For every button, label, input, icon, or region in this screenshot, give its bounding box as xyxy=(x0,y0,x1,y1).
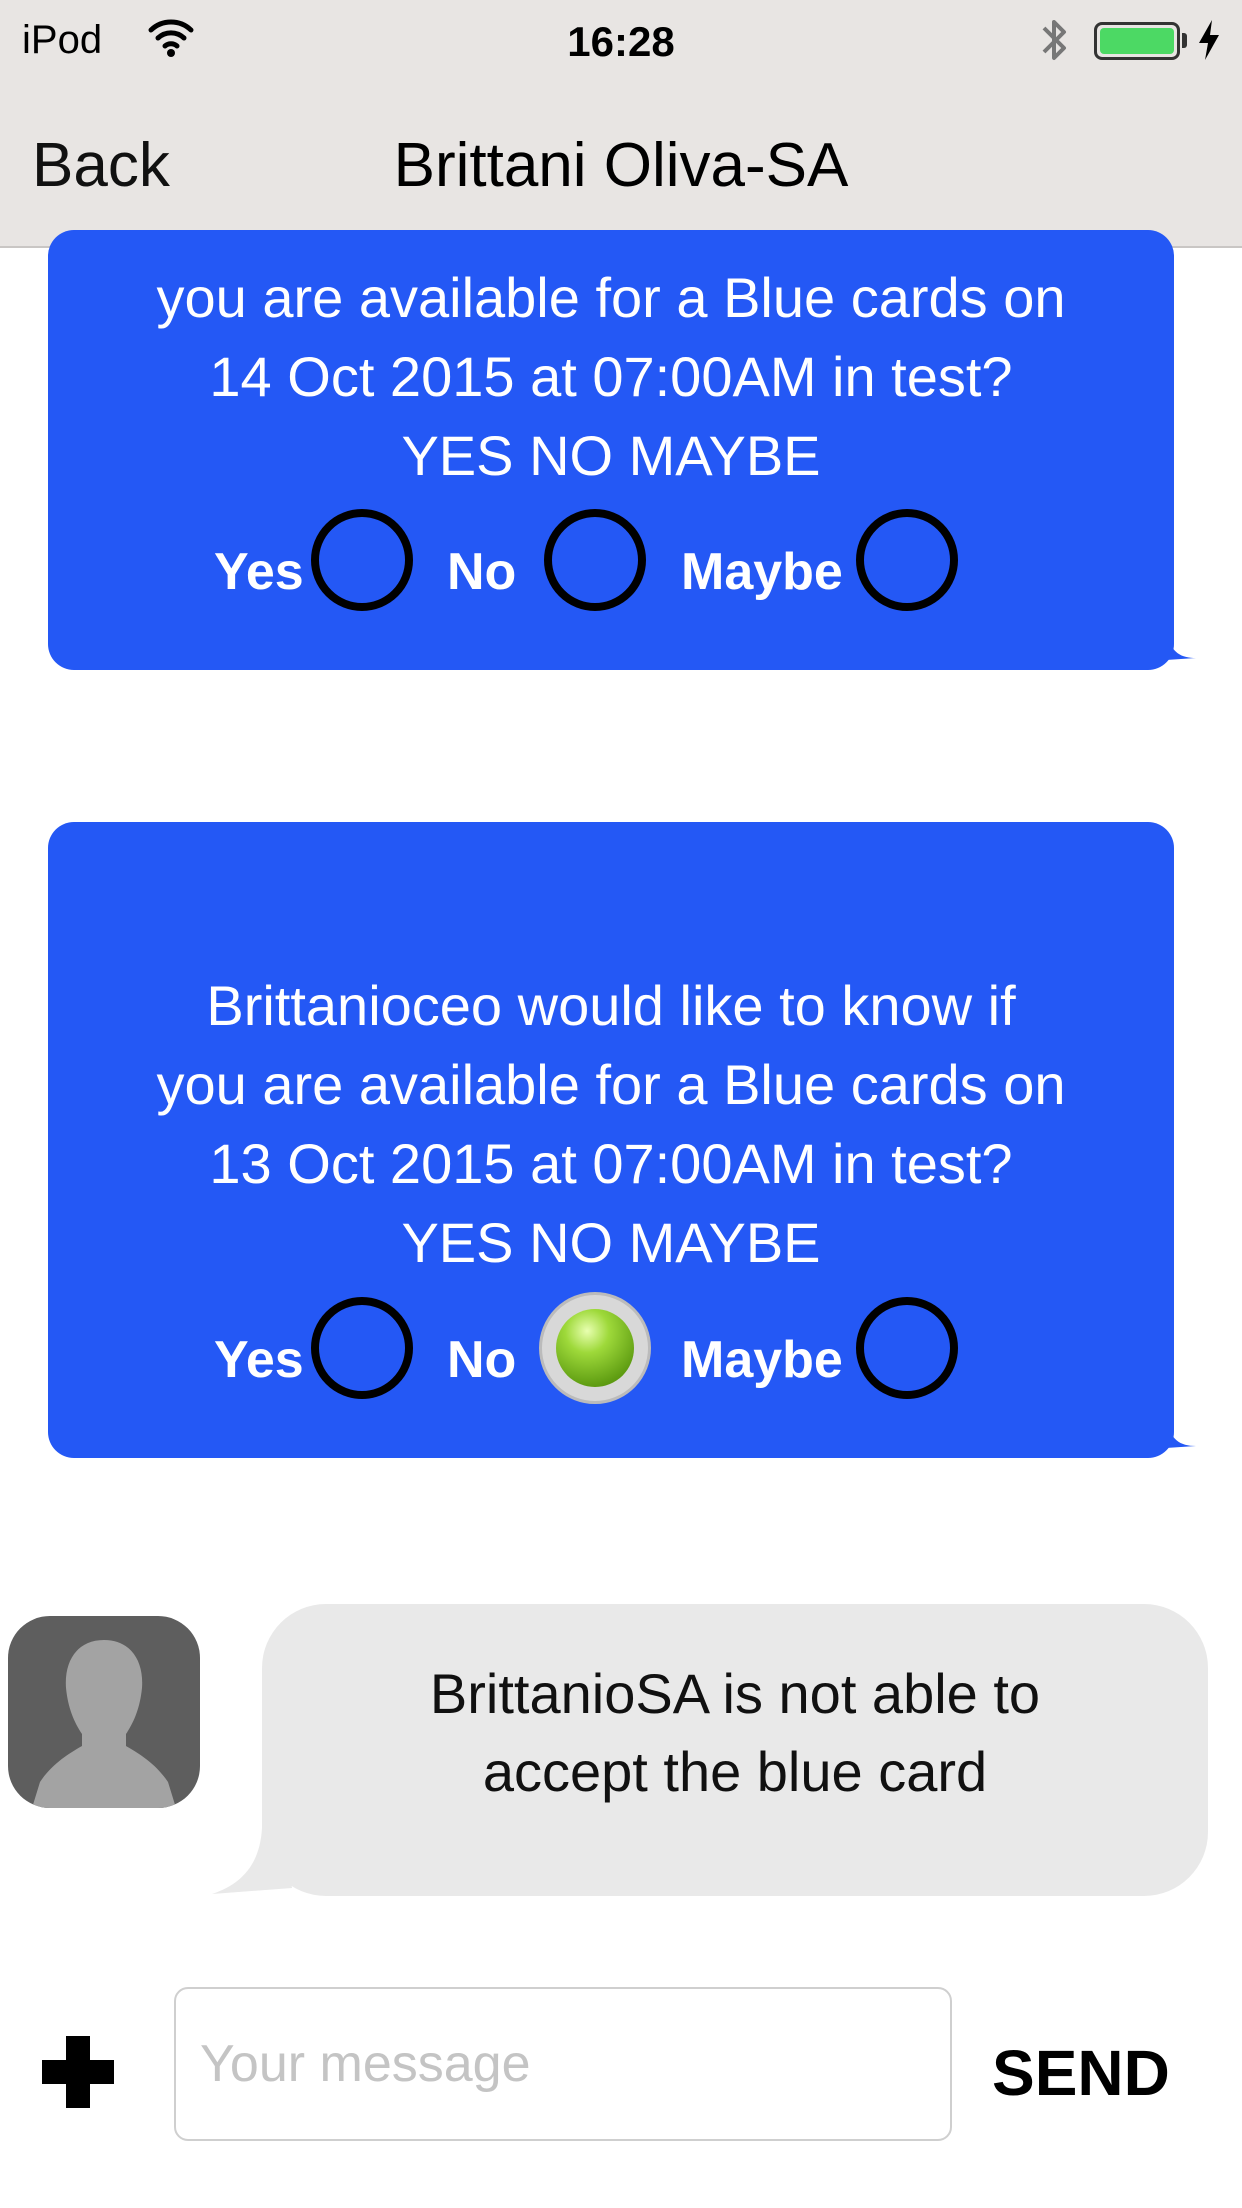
option-yes-radio[interactable] xyxy=(311,509,413,611)
person-silhouette-icon xyxy=(32,1640,176,1808)
bubble-tail xyxy=(1166,630,1196,660)
option-no-radio[interactable] xyxy=(544,509,646,611)
option-maybe-radio[interactable] xyxy=(856,509,958,611)
bluetooth-icon xyxy=(1042,20,1066,60)
option-yes-radio[interactable] xyxy=(311,1297,413,1399)
availability-question-text: Brittanioceo would like to know if you a… xyxy=(156,974,1066,1274)
send-button[interactable]: SEND xyxy=(992,2036,1170,2110)
avatar xyxy=(8,1616,200,1808)
option-no-label: No xyxy=(447,543,517,601)
bubble-tail xyxy=(1166,1418,1196,1448)
status-bar: iPod 16:28 xyxy=(0,0,1242,80)
navigation-bar: Back Brittani Oliva-SA xyxy=(0,80,1242,248)
charging-icon xyxy=(1199,20,1219,60)
reply-message-text: BrittanioSA is not able to accept the bl… xyxy=(429,1662,1041,1803)
battery-level-fill xyxy=(1100,28,1174,54)
option-maybe-label: Maybe xyxy=(681,1331,843,1389)
add-attachment-icon[interactable] xyxy=(38,2032,118,2112)
availability-message-bubble: you are available for a Blue cards on 14… xyxy=(48,230,1174,670)
option-no-label: No xyxy=(447,1331,517,1389)
option-no-radio-selected[interactable] xyxy=(539,1292,651,1404)
battery-icon xyxy=(1094,22,1180,60)
battery-tip xyxy=(1182,33,1187,48)
option-maybe-radio[interactable] xyxy=(856,1297,958,1399)
option-maybe-label: Maybe xyxy=(681,543,843,601)
selected-indicator xyxy=(556,1309,634,1387)
availability-question-text: you are available for a Blue cards on 14… xyxy=(156,266,1066,487)
availability-message-bubble: Brittanioceo would like to know if you a… xyxy=(48,822,1174,1458)
message-input[interactable] xyxy=(174,1987,952,2141)
option-yes-label: Yes xyxy=(214,543,304,601)
page-title: Brittani Oliva-SA xyxy=(393,131,849,200)
option-yes-label: Yes xyxy=(214,1331,304,1389)
